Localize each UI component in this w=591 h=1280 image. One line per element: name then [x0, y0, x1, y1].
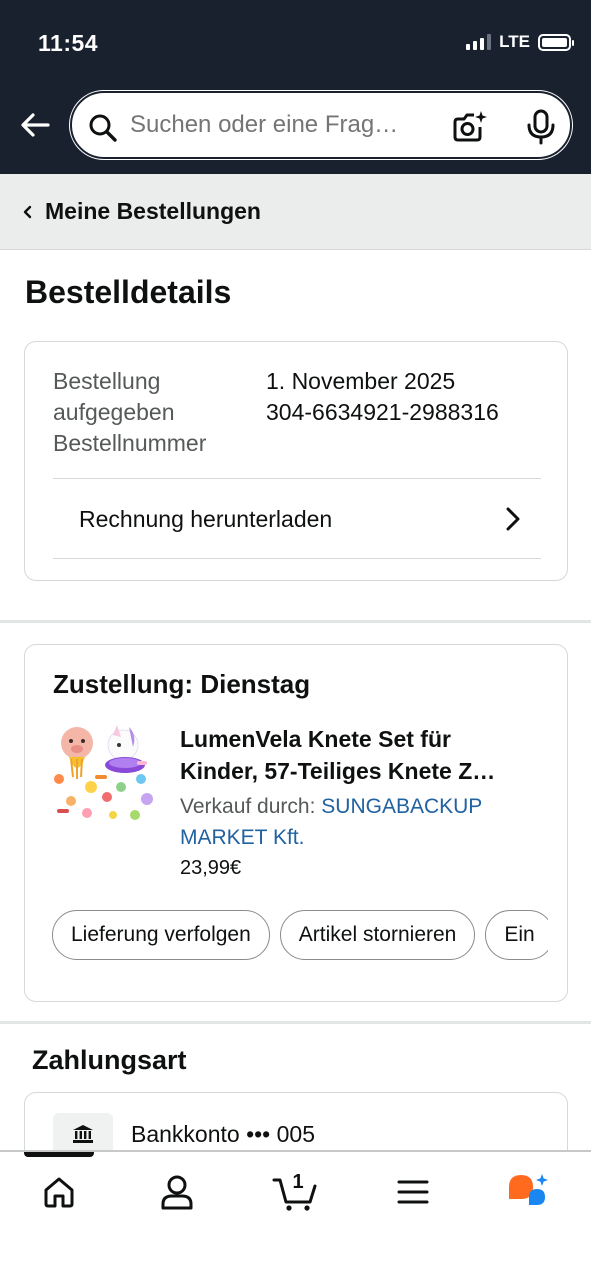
cart-count: 1 — [292, 1172, 303, 1193]
divider — [53, 558, 541, 559]
delivery-title: Zustellung: Dienstag — [53, 669, 311, 699]
nav-home[interactable] — [29, 1170, 89, 1214]
active-tab-indicator — [24, 1152, 94, 1157]
chevron-left-icon — [23, 205, 32, 218]
search-icon — [89, 114, 117, 142]
order-number-value: 304-6634921-2988316 — [266, 399, 499, 425]
camera-search-icon[interactable] — [452, 109, 488, 145]
nav-menu[interactable] — [383, 1170, 443, 1214]
order-info-card: Bestellung aufgegeben Bestellnummer 1. N… — [24, 341, 568, 581]
network-type: LTE — [499, 32, 530, 51]
product-price: 23,99€ — [180, 857, 242, 879]
order-actions-scroller[interactable]: Lieferung verfolgen Artikel stornieren Ein — [52, 910, 548, 962]
seller-info: Verkauf durch: SUNGABACKUP MARKET Kft. — [180, 791, 540, 853]
order-number-label: Bestellnummer — [53, 430, 207, 456]
breadcrumb-label[interactable]: Meine Bestellungen — [45, 198, 261, 225]
page-title: Bestelldetails — [25, 274, 232, 310]
bottom-nav: 1 — [0, 1150, 591, 1280]
order-date-value: 1. November 2025 — [266, 368, 456, 394]
seller-prefix: Verkauf durch: — [180, 795, 316, 818]
breadcrumb[interactable]: Meine Bestellungen — [0, 174, 591, 250]
more-action-button[interactable]: Ein — [485, 910, 548, 960]
order-date-label-line1: Bestellung — [53, 368, 161, 394]
payment-method: Bankkonto ••• 005 — [131, 1121, 315, 1147]
status-indicators: LTE — [466, 32, 574, 52]
microphone-icon[interactable] — [524, 109, 558, 145]
back-arrow-icon[interactable] — [18, 108, 52, 142]
product-image[interactable] — [51, 717, 159, 825]
download-invoice-label: Rechnung herunterladen — [79, 505, 333, 532]
download-invoice-row[interactable]: Rechnung herunterladen — [53, 479, 541, 559]
account-icon — [161, 1175, 193, 1210]
section-separator — [0, 1021, 591, 1024]
search-input[interactable] — [130, 111, 440, 139]
payment-title: Zahlungsart — [32, 1045, 187, 1075]
home-icon — [44, 1177, 74, 1208]
nav-rufus[interactable] — [499, 1170, 559, 1214]
track-delivery-button[interactable]: Lieferung verfolgen — [52, 910, 270, 960]
rufus-icon — [509, 1174, 548, 1205]
nav-account[interactable] — [147, 1170, 207, 1214]
delivery-card: Zustellung: Dienstag LumenVela Knete Set — [24, 644, 568, 1002]
signal-icon — [466, 34, 492, 50]
bank-icon — [53, 1113, 113, 1155]
product-title[interactable]: LumenVela Knete Set für Kinder, 57-Teili… — [180, 723, 545, 787]
order-info-values: 1. November 2025 304-6634921-2988316 — [266, 366, 499, 428]
battery-icon — [538, 33, 574, 51]
chevron-right-icon — [506, 507, 520, 531]
cancel-item-button[interactable]: Artikel stornieren — [279, 910, 476, 960]
search-bar[interactable] — [70, 91, 572, 159]
menu-icon — [397, 1180, 429, 1204]
app-header: 11:54 LTE — [0, 0, 591, 174]
order-date-label-line2: aufgegeben — [53, 399, 175, 425]
cart-icon: 1 — [272, 1172, 317, 1211]
order-info-labels: Bestellung aufgegeben Bestellnummer — [53, 366, 206, 459]
status-time: 11:54 — [38, 30, 99, 56]
product-title-line2: Kinder, 57-Teiliges Knete Z… — [180, 758, 496, 784]
nav-cart[interactable]: 1 — [265, 1170, 325, 1214]
product-title-line1: LumenVela Knete Set für — [180, 726, 451, 752]
section-separator — [0, 620, 591, 623]
